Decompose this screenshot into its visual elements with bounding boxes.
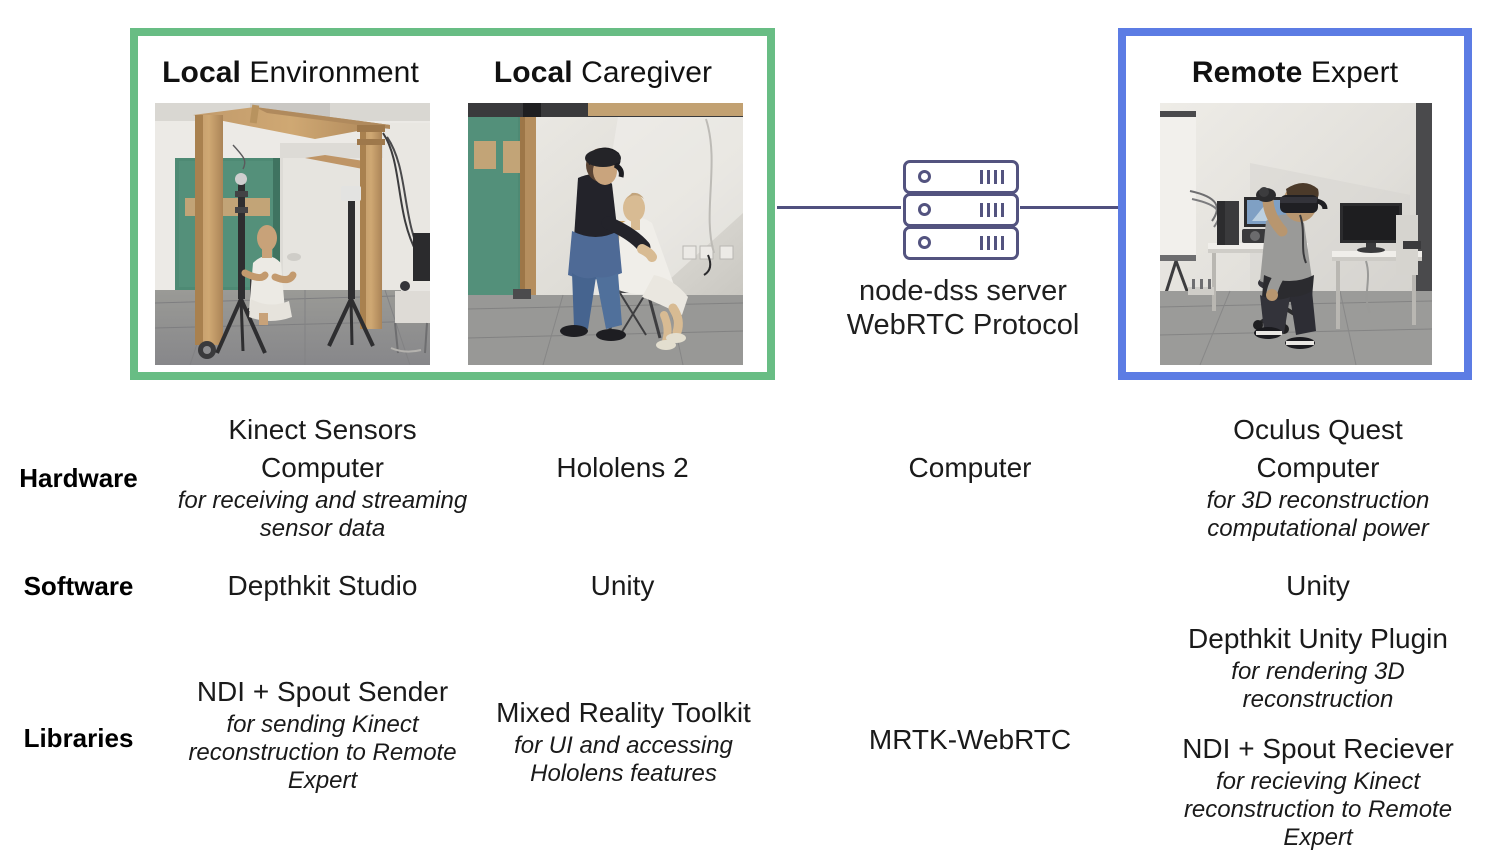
remote-expert-title-bold: Remote: [1191, 56, 1303, 89]
server-label-line1: node-dss server: [859, 275, 1067, 307]
connector-local-to-server: [777, 206, 901, 209]
software-local-environment-line1: Depthkit Studio: [227, 570, 418, 601]
libraries-local-caregiver-line1: Mixed Reality Toolkit: [496, 697, 751, 728]
server-rack-icon: [903, 160, 1019, 260]
libraries-server-line1: MRTK-WebRTC: [868, 724, 1072, 755]
server-label: node-dss server WebRTC Protocol: [793, 274, 1133, 342]
hardware-local-caregiver-line1: Hololens 2: [556, 452, 689, 483]
server-status-light-2: [918, 203, 931, 216]
server-status-light-1: [918, 170, 931, 183]
hardware-local-environment-line2: Computer: [261, 452, 384, 483]
local-environment-title: Local Environment: [138, 56, 443, 90]
libraries-local-caregiver-cell: Mixed Reality Toolkit for UI and accessi…: [486, 694, 761, 788]
server-bay-2: [903, 193, 1019, 227]
software-remote-expert-line1: Unity: [1286, 570, 1350, 601]
libraries-local-environment-cell: NDI + Spout Sender for sending Kinect re…: [165, 673, 480, 795]
remote-expert-photo: [1160, 103, 1432, 365]
row-label-libraries: Libraries: [23, 723, 134, 753]
remote-expert-panel: Remote Expert: [1118, 28, 1472, 380]
server-bay-3: [903, 226, 1019, 260]
libraries-remote-expert-line1: Depthkit Unity Plugin: [1188, 623, 1448, 654]
software-remote-expert-cell: Unity: [1158, 567, 1478, 605]
connector-server-to-remote: [1020, 206, 1118, 209]
software-local-caregiver-cell: Unity: [490, 567, 755, 605]
local-panel: Local Environment Local Caregiver: [130, 28, 775, 380]
software-local-caregiver-line1: Unity: [590, 570, 655, 601]
hardware-local-environment-note: for receiving and streaming sensor data: [177, 487, 468, 542]
remote-expert-photo-art: [1160, 103, 1432, 365]
libraries-remote-expert-cell: Depthkit Unity Plugin for rendering 3D r…: [1158, 620, 1478, 852]
libraries-remote-expert-note2: for recieving Kinect reconstruction to R…: [1183, 768, 1453, 851]
local-caregiver-photo-art: [468, 103, 743, 365]
hardware-server-line1: Computer: [908, 452, 1032, 483]
local-caregiver-title: Local Caregiver: [448, 56, 758, 90]
server-vent-bars-2: [980, 203, 1004, 217]
local-caregiver-title-bold: Local: [493, 56, 573, 89]
hardware-remote-expert-note: for 3D reconstruction computational powe…: [1206, 487, 1430, 542]
libraries-remote-expert-spacer: [1158, 714, 1478, 730]
remote-expert-title-rest: Expert: [1302, 56, 1399, 89]
row-label-hardware: Hardware: [19, 463, 138, 493]
hardware-remote-expert-line1: Oculus Quest: [1233, 414, 1403, 445]
libraries-remote-expert-line2: NDI + Spout Reciever: [1182, 733, 1454, 764]
hardware-local-environment-line1: Kinect Sensors: [228, 414, 417, 445]
local-environment-title-rest: Environment: [240, 56, 419, 89]
local-caregiver-title-rest: Caregiver: [572, 56, 713, 89]
hardware-remote-expert-cell: Oculus Quest Computer for 3D reconstruct…: [1158, 411, 1478, 543]
hardware-server-cell: Computer: [840, 449, 1100, 487]
libraries-local-environment-line1: NDI + Spout Sender: [196, 676, 449, 707]
server-status-light-3: [918, 236, 931, 249]
libraries-local-environment-note: for sending Kinect reconstruction to Rem…: [188, 711, 457, 794]
libraries-local-caregiver-note: for UI and accessing Hololens features: [514, 732, 733, 787]
local-caregiver-photo: [468, 103, 743, 365]
server-label-line2: WebRTC Protocol: [846, 309, 1080, 341]
local-environment-photo-art: [155, 103, 430, 365]
row-label-software: Software: [23, 571, 134, 601]
server-vent-bars-1: [980, 170, 1004, 184]
remote-expert-title: Remote Expert: [1126, 56, 1464, 90]
server-vent-bars-3: [980, 236, 1004, 250]
server-bay-1: [903, 160, 1019, 194]
local-environment-photo: [155, 103, 430, 365]
hardware-local-environment-cell: Kinect Sensors Computer for receiving an…: [165, 411, 480, 543]
hardware-local-caregiver-cell: Hololens 2: [490, 449, 755, 487]
libraries-server-cell: MRTK-WebRTC: [840, 721, 1100, 759]
local-environment-title-bold: Local: [162, 56, 241, 89]
hardware-remote-expert-line2: Computer: [1256, 452, 1380, 483]
software-local-environment-cell: Depthkit Studio: [165, 567, 480, 605]
libraries-remote-expert-note1: for rendering 3D reconstruction: [1231, 658, 1405, 713]
